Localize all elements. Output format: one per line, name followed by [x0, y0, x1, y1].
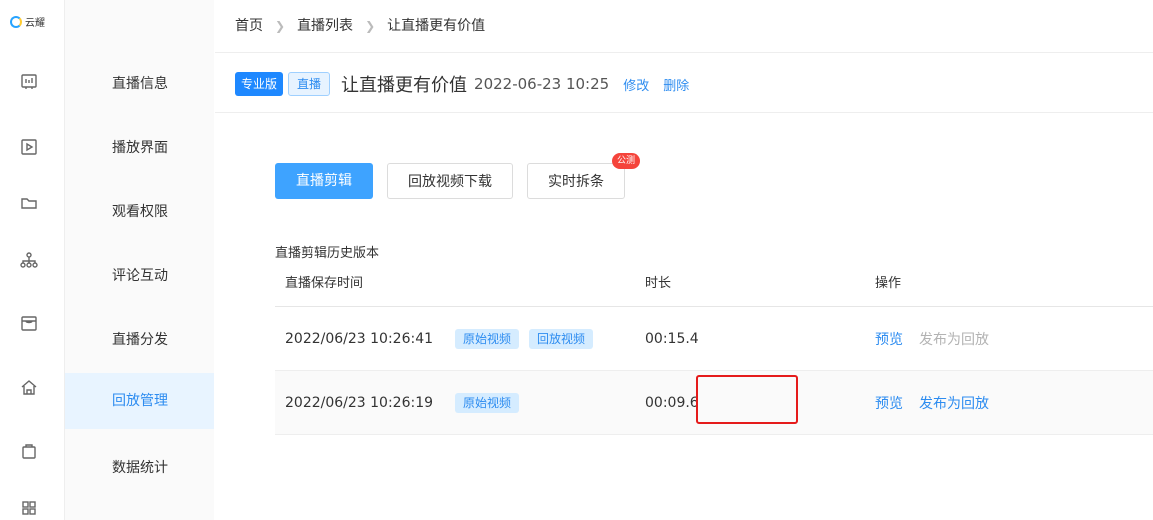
menu-item-view-permission[interactable]: 观看权限	[65, 184, 214, 240]
replay-video-badge: 回放视频	[529, 328, 594, 349]
publish-as-replay-link: 发布为回放	[919, 331, 989, 348]
folder-icon[interactable]	[19, 193, 39, 213]
left-rail: 云耀	[0, 0, 65, 520]
edition-badge: 专业版	[235, 72, 284, 96]
source-video-badge: 原始视频	[455, 328, 520, 349]
menu-item-distribution[interactable]: 直播分发	[65, 312, 214, 368]
save-time: 2022/06/23 10:26:41	[285, 330, 434, 347]
settings-menu: 直播信息 播放界面 观看权限 评论互动 直播分发 回放管理 数据统计	[65, 0, 214, 520]
breadcrumb: 首页 ❯ 直播列表 ❯ 让直播更有价值	[235, 0, 485, 52]
save-time: 2022/06/23 10:26:19	[285, 394, 434, 411]
duration: 00:09.6	[645, 394, 699, 411]
publish-as-replay-link[interactable]: 发布为回放	[919, 393, 989, 413]
main-content: 首页 ❯ 直播列表 ❯ 让直播更有价值 专业版 直播 让直播更有价值 2022-…	[215, 0, 1153, 520]
breadcrumb-home[interactable]: 首页	[235, 2, 263, 50]
breadcrumb-live-list[interactable]: 直播列表	[297, 2, 353, 50]
delete-link[interactable]: 删除	[663, 75, 689, 94]
preview-link[interactable]: 预览	[875, 329, 903, 349]
breadcrumb-current: 让直播更有价值	[387, 18, 486, 34]
menu-item-replay-management[interactable]: 回放管理	[65, 373, 214, 429]
replay-download-button[interactable]: 回放视频下载	[387, 163, 513, 199]
app-logo[interactable]: 云耀	[10, 14, 45, 29]
storefront-icon[interactable]	[19, 313, 39, 333]
menu-item-player-ui[interactable]: 播放界面	[65, 120, 214, 176]
history-table: 直播保存时间 时长 操作 2022/06/23 10:26:41 原始视频 回放…	[275, 262, 1153, 435]
live-clip-button[interactable]: 直播剪辑	[275, 163, 373, 199]
column-header-actions: 操作	[875, 276, 902, 291]
type-badge: 直播	[288, 72, 331, 96]
divider	[215, 52, 1153, 53]
realtime-split-button[interactable]: 实时拆条	[527, 163, 625, 199]
source-video-badge: 原始视频	[455, 392, 520, 413]
play-video-icon[interactable]	[19, 137, 39, 157]
menu-item-live-info[interactable]: 直播信息	[65, 56, 214, 112]
column-header-save-time: 直播保存时间	[285, 276, 364, 291]
duration: 00:15.4	[645, 330, 699, 347]
shopping-bag-icon[interactable]	[19, 441, 39, 461]
page-title: 让直播更有价值	[341, 75, 468, 96]
table-row: 2022/06/23 10:26:19 原始视频 00:09.6 预览 发布为回…	[275, 371, 1153, 435]
chevron-right-icon: ❯	[275, 19, 286, 33]
home-icon[interactable]	[19, 377, 39, 397]
save-time-cell: 2022/06/23 10:26:41 原始视频 回放视频	[285, 307, 594, 370]
page-header: 专业版 直播 让直播更有价值 2022-06-23 10:25 修改 删除	[235, 70, 689, 98]
divider	[215, 112, 1153, 113]
edit-link[interactable]: 修改	[623, 75, 649, 94]
history-title: 直播剪辑历史版本	[275, 246, 380, 261]
table-row: 2022/06/23 10:26:41 原始视频 回放视频 00:15.4 预览…	[275, 307, 1153, 371]
chart-board-icon[interactable]	[19, 72, 39, 92]
save-time-cell: 2022/06/23 10:26:19 原始视频	[285, 371, 520, 434]
live-datetime: 2022-06-23 10:25	[474, 75, 610, 93]
column-header-duration: 时长	[645, 276, 672, 291]
org-tree-icon[interactable]	[19, 250, 39, 270]
chevron-right-icon: ❯	[365, 19, 376, 33]
grid-apps-icon[interactable]	[19, 498, 39, 518]
preview-link[interactable]: 预览	[875, 393, 903, 413]
actions-cell: 预览 发布为回放	[875, 371, 989, 434]
logo-text: 云耀	[25, 18, 45, 29]
actions-cell: 预览 发布为回放	[875, 307, 989, 370]
menu-item-statistics[interactable]: 数据统计	[65, 440, 214, 496]
table-header: 直播保存时间 时长 操作	[275, 262, 1153, 307]
beta-badge: 公测	[612, 153, 641, 169]
menu-item-comments[interactable]: 评论互动	[65, 248, 214, 304]
logo-icon	[10, 15, 22, 28]
